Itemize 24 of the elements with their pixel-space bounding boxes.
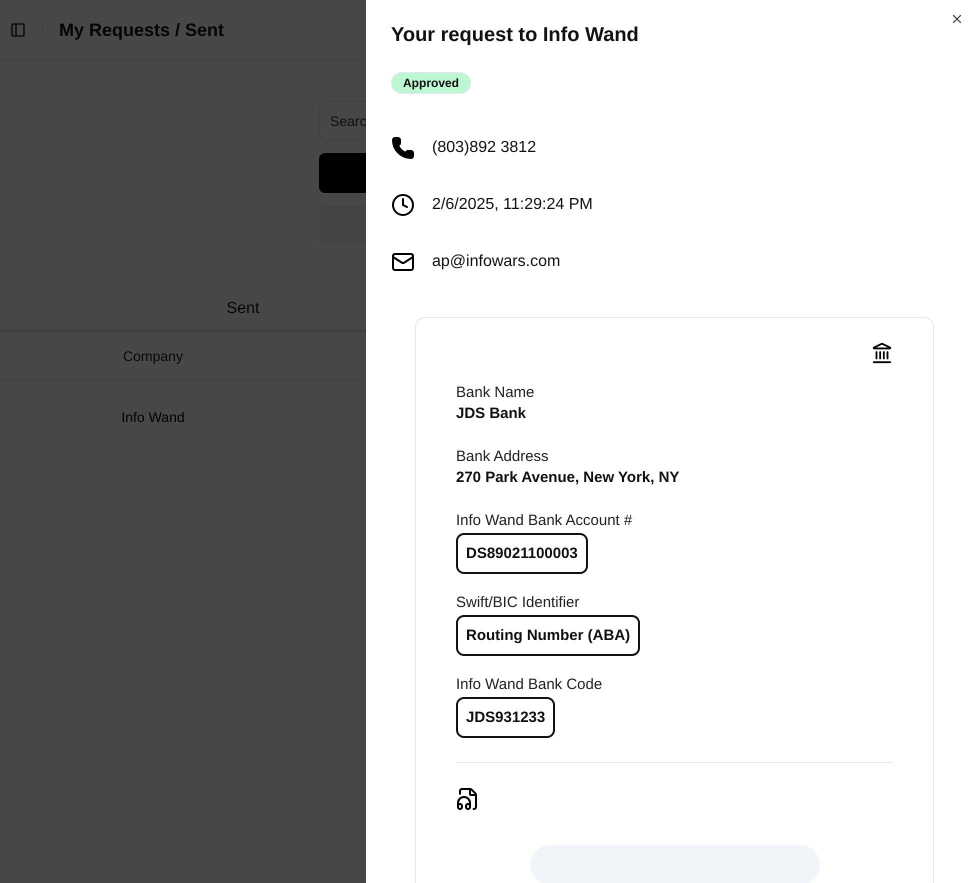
page-title: My Requests / Sent: [59, 20, 224, 40]
close-button[interactable]: [950, 12, 964, 26]
bank-icon: [871, 342, 893, 364]
clock-icon: [391, 193, 415, 217]
status-badge: Approved: [391, 72, 472, 94]
field-value: 270 Park Avenue, New York, NY: [456, 469, 680, 486]
field-value: Routing Number (ABA): [456, 615, 640, 656]
field-value: JDS Bank: [456, 405, 526, 422]
phone-number: (803)892 3812: [432, 139, 536, 157]
field-label: Info Wand Bank Account #: [456, 512, 632, 529]
field-value: DS89021100003: [456, 533, 588, 574]
envelope-icon: [391, 250, 415, 274]
field-label: Bank Address: [456, 448, 549, 465]
column-header: Company: [122, 348, 184, 364]
field-label: Bank Name: [456, 384, 534, 401]
panel-title: Your request to Info Wand: [391, 24, 640, 47]
table-cell-text: Info Wand: [120, 409, 186, 425]
field-value: JDS931233: [456, 697, 556, 738]
field-label: Info Wand Bank Code: [456, 676, 602, 693]
email-address: ap@infowars.com: [432, 253, 560, 271]
audio-file-icon: [456, 787, 480, 811]
phone-icon: [391, 136, 415, 160]
timestamp: 2/6/2025, 11:29:24 PM: [432, 196, 593, 214]
field-label: Swift/BIC Identifier: [456, 594, 580, 611]
